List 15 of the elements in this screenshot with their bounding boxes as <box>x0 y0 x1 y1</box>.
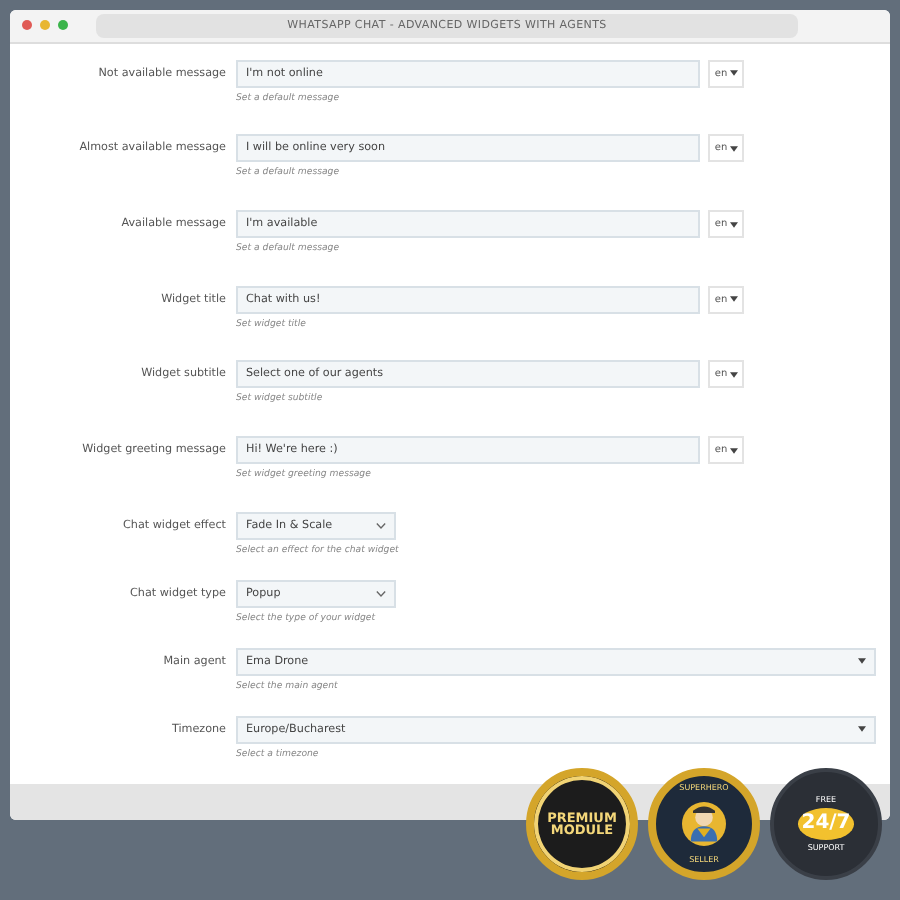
caret-icon <box>729 221 738 228</box>
badge-text: 24/7 <box>797 808 855 840</box>
close-icon[interactable] <box>22 20 32 31</box>
chevron-icon <box>376 589 386 598</box>
caret-icon <box>729 145 738 152</box>
figure-icon <box>682 802 726 846</box>
caret-icon <box>729 296 738 303</box>
caret-icon <box>729 70 738 77</box>
caret-icon <box>729 371 738 378</box>
caret-icon <box>858 658 866 665</box>
caret-icon <box>858 726 866 733</box>
maximize-icon[interactable] <box>58 20 68 31</box>
minimize-icon[interactable] <box>40 20 50 31</box>
caret-icon <box>729 447 738 454</box>
chevron-icon <box>376 521 386 530</box>
